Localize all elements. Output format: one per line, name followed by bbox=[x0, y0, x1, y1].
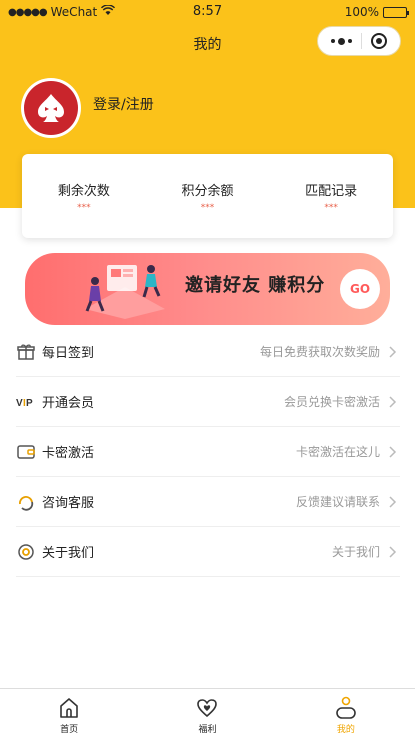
tab-home[interactable]: 首页 bbox=[0, 689, 138, 737]
tab-welfare[interactable]: 福利 bbox=[138, 689, 276, 737]
headset-icon bbox=[16, 492, 36, 512]
menu-item-about-us[interactable]: 关于我们 关于我们 bbox=[16, 527, 400, 577]
spade-logo-icon bbox=[38, 94, 64, 122]
menu-item-card-activation[interactable]: 卡密激活 卡密激活在这儿 bbox=[16, 427, 400, 477]
menu-description: 卡密激活在这儿 bbox=[295, 445, 380, 459]
menu-label: 卡密激活 bbox=[42, 446, 95, 461]
stats-card: 剩余次数 *** 积分余额 *** 匹配记录 *** bbox=[22, 154, 393, 238]
menu-item-customer-service[interactable]: 咨询客服 反馈建议请联系 bbox=[16, 477, 400, 527]
stat-points-balance[interactable]: 积分余额 *** bbox=[146, 154, 270, 238]
user-icon bbox=[333, 695, 359, 721]
profile-section: 登录/注册 bbox=[21, 78, 154, 138]
login-register-link[interactable]: 登录/注册 bbox=[93, 94, 154, 114]
menu-item-vip[interactable]: VIP 开通会员 会员兑换卡密激活 bbox=[16, 377, 400, 427]
tab-label: 我的 bbox=[336, 725, 355, 735]
invite-illustration-icon bbox=[85, 265, 165, 319]
battery-percent: 100% bbox=[344, 5, 379, 19]
menu-item-daily-checkin[interactable]: 每日签到 每日免费获取次数奖励 bbox=[16, 327, 400, 377]
close-icon[interactable] bbox=[371, 33, 388, 49]
vip-icon: VIP bbox=[16, 392, 36, 412]
chevron-right-icon bbox=[386, 495, 400, 509]
menu-description: 关于我们 bbox=[331, 545, 380, 559]
info-circle-icon bbox=[16, 542, 36, 562]
svg-text:P: P bbox=[26, 398, 33, 409]
chevron-right-icon bbox=[386, 345, 400, 359]
menu-label: 开通会员 bbox=[42, 396, 95, 411]
gift-icon bbox=[16, 342, 36, 362]
tab-label: 福利 bbox=[198, 725, 217, 735]
miniprogram-capsule bbox=[317, 26, 401, 56]
chevron-right-icon bbox=[386, 445, 400, 459]
svg-text:V: V bbox=[16, 398, 23, 409]
stat-value: *** bbox=[324, 203, 338, 213]
menu-description: 每日免费获取次数奖励 bbox=[259, 345, 380, 359]
stat-remaining-count[interactable]: 剩余次数 *** bbox=[22, 154, 146, 238]
wallet-icon bbox=[16, 442, 36, 462]
avatar[interactable] bbox=[21, 78, 81, 138]
stat-match-records[interactable]: 匹配记录 *** bbox=[269, 154, 393, 238]
tab-mine[interactable]: 我的 bbox=[277, 689, 415, 737]
menu-description: 反馈建议请联系 bbox=[295, 495, 380, 509]
tab-label: 首页 bbox=[60, 725, 79, 735]
stat-label: 匹配记录 bbox=[305, 184, 358, 199]
invite-banner[interactable]: 邀请好友 赚积分 GO bbox=[25, 253, 390, 325]
stat-label: 积分余额 bbox=[181, 184, 234, 199]
menu-label: 关于我们 bbox=[42, 546, 95, 561]
banner-text: 邀请好友 赚积分 bbox=[185, 275, 326, 296]
stat-value: *** bbox=[200, 203, 215, 213]
chevron-right-icon bbox=[386, 545, 400, 559]
heart-icon bbox=[194, 695, 220, 721]
chevron-right-icon bbox=[386, 395, 400, 409]
menu-description: 会员兑换卡密激活 bbox=[283, 395, 380, 409]
banner-go-button[interactable]: GO bbox=[340, 269, 380, 309]
home-icon bbox=[56, 695, 82, 721]
menu-list: 每日签到 每日免费获取次数奖励 VIP 开通会员 会员兑换卡密激活 卡密激活 卡… bbox=[16, 327, 400, 577]
battery-icon bbox=[383, 6, 409, 18]
stat-value: *** bbox=[77, 203, 91, 213]
capsule-divider bbox=[360, 33, 362, 49]
menu-label: 咨询客服 bbox=[42, 496, 95, 511]
more-icon[interactable] bbox=[330, 37, 352, 45]
status-bar: ●●●●● WeChat 8:57 100% bbox=[0, 0, 415, 24]
menu-label: 每日签到 bbox=[42, 346, 95, 361]
bottom-tab-bar: 首页 福利 我的 bbox=[0, 688, 415, 737]
stat-label: 剩余次数 bbox=[57, 184, 110, 199]
